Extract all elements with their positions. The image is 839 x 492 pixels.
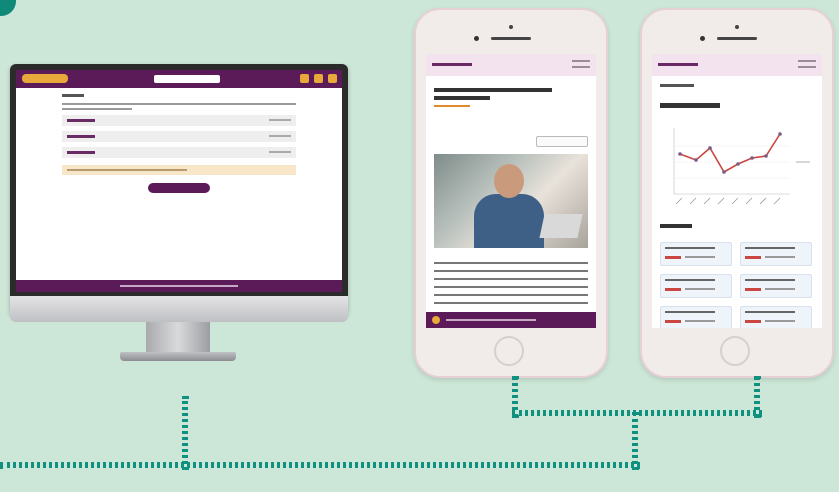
instruction-line — [62, 103, 296, 105]
speaker-grille — [491, 37, 531, 40]
main-content — [16, 88, 342, 193]
monitor-chin — [10, 296, 348, 322]
back-link[interactable] — [658, 63, 698, 66]
monitor-stand-neck — [146, 322, 210, 354]
instruction-line — [62, 108, 133, 110]
app-footer — [16, 280, 342, 292]
phone-screen — [652, 54, 822, 328]
connector-line — [512, 410, 762, 416]
camera-icon — [509, 25, 513, 29]
phone-stats — [640, 8, 834, 378]
nav-icon-3[interactable] — [328, 74, 337, 83]
monitor-stand-base — [120, 352, 236, 361]
chart-point — [778, 132, 782, 136]
chart-point — [722, 170, 726, 174]
chart-point — [764, 154, 768, 158]
connector-line — [182, 396, 188, 470]
passage-row[interactable] — [62, 131, 296, 142]
stat-card[interactable] — [660, 306, 732, 328]
play-icon[interactable] — [432, 316, 440, 324]
phone-reading — [414, 8, 608, 378]
audio-player-bar[interactable] — [426, 312, 596, 328]
passage-text — [434, 256, 588, 310]
front-camera-icon — [700, 36, 705, 41]
chart-point — [678, 152, 682, 156]
chart-point — [736, 162, 740, 166]
connector-line — [632, 412, 638, 470]
passage-row[interactable] — [62, 147, 296, 158]
speaker-grille — [717, 37, 757, 40]
nav-icon-1[interactable] — [300, 74, 309, 83]
home-button[interactable] — [494, 336, 524, 366]
passage-photo — [434, 154, 588, 248]
notice-banner — [62, 165, 296, 175]
stat-card[interactable] — [740, 242, 812, 266]
search-input[interactable] — [154, 75, 220, 83]
app-logo[interactable] — [22, 74, 68, 83]
phone-header — [426, 54, 596, 76]
stat-card[interactable] — [740, 306, 812, 328]
chart-point — [694, 158, 698, 162]
corner-badge — [0, 0, 16, 16]
nav-icon-2[interactable] — [314, 74, 323, 83]
back-link[interactable] — [432, 63, 472, 66]
phone-screen — [426, 54, 596, 328]
word-count-badge — [536, 136, 588, 147]
primary-button[interactable] — [148, 183, 210, 193]
phone-header — [652, 54, 822, 76]
chart-title — [660, 103, 720, 108]
connector-line — [754, 376, 760, 418]
stat-card[interactable] — [660, 274, 732, 298]
camera-icon — [735, 25, 739, 29]
app-header-bar — [16, 70, 342, 88]
title-underline — [434, 105, 470, 107]
stat-card[interactable] — [740, 274, 812, 298]
stats-heading — [660, 224, 692, 228]
chart-point — [708, 146, 712, 150]
menu-icon[interactable] — [572, 60, 590, 68]
menu-icon[interactable] — [798, 60, 816, 68]
monitor-screen — [16, 70, 342, 292]
desktop-monitor — [10, 64, 348, 364]
stat-card[interactable] — [660, 242, 732, 266]
home-button[interactable] — [720, 336, 750, 366]
passage-title — [426, 76, 596, 100]
chart-point — [750, 156, 754, 160]
speed-line-chart — [660, 124, 814, 214]
front-camera-icon — [474, 36, 479, 41]
connector-line — [0, 462, 640, 468]
section-heading — [62, 94, 84, 97]
tab-label[interactable] — [652, 76, 822, 87]
passage-row[interactable] — [62, 115, 296, 126]
